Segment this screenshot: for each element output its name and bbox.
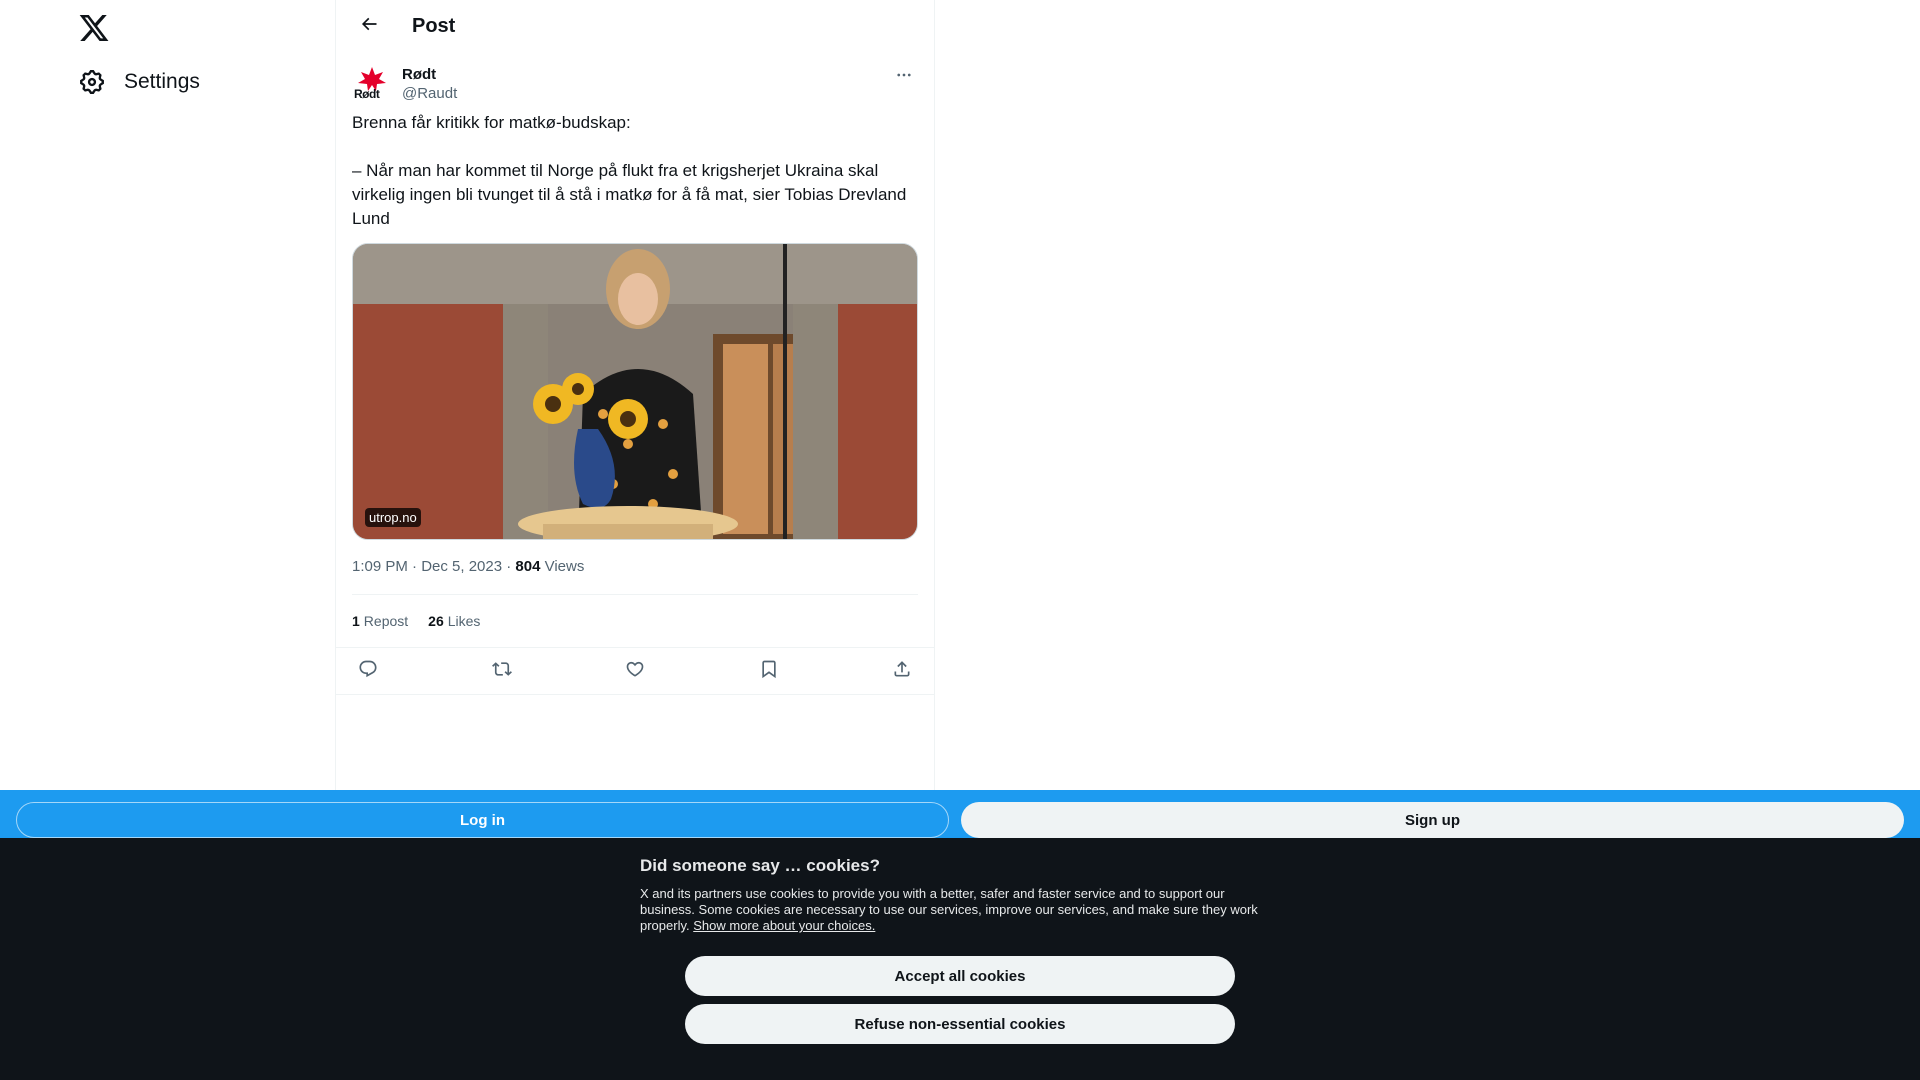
- page-title: Post: [412, 15, 456, 37]
- heart-icon: [625, 659, 645, 684]
- more-options-button[interactable]: [890, 65, 918, 89]
- reposts-count: 1: [352, 613, 360, 629]
- main-column: Post Rødt Rødt @Raudt Brenna får kritikk…: [335, 0, 935, 790]
- author-row: Rødt Rødt @Raudt: [352, 53, 918, 103]
- share-icon: [892, 659, 912, 684]
- views-label: Views: [540, 558, 585, 575]
- post-timestamp[interactable]: 1:09 PM · Dec 5, 2023 ·: [352, 558, 515, 575]
- media-source-label: utrop.no: [365, 508, 421, 527]
- avatar[interactable]: Rødt: [352, 65, 392, 105]
- reply-button[interactable]: [356, 659, 380, 683]
- media-photo: [353, 244, 917, 539]
- login-button[interactable]: Log in: [16, 802, 949, 838]
- like-button[interactable]: [623, 659, 647, 683]
- login-signup-bar: Log in Sign up: [0, 790, 1920, 838]
- signup-button[interactable]: Sign up: [961, 802, 1904, 838]
- cookie-banner: Did someone say … cookies? X and its par…: [0, 838, 1920, 1080]
- author-handle[interactable]: @Raudt: [402, 84, 457, 103]
- back-button[interactable]: [352, 10, 386, 44]
- accept-cookies-button[interactable]: Accept all cookies: [685, 956, 1235, 996]
- post-stats: 1 Repost 26 Likes: [352, 595, 918, 647]
- refuse-cookies-button[interactable]: Refuse non-essential cookies: [685, 1004, 1235, 1044]
- x-logo-icon[interactable]: [78, 12, 110, 44]
- more-dots-icon: [895, 66, 913, 89]
- post-header: Post: [336, 0, 934, 53]
- nav-settings[interactable]: Settings: [78, 64, 200, 100]
- post-meta: 1:09 PM · Dec 5, 2023 · 804 Views: [352, 558, 918, 578]
- cookie-choices-link[interactable]: Show more about your choices.: [693, 918, 875, 933]
- reposts-label: Repost: [363, 613, 409, 629]
- author-name[interactable]: Rødt: [402, 65, 457, 84]
- cookie-content: Did someone say … cookies? X and its par…: [640, 856, 1280, 934]
- repost-icon: [491, 659, 512, 684]
- author-info[interactable]: Rødt @Raudt: [402, 65, 457, 103]
- gear-icon: [78, 68, 106, 96]
- post: Rødt Rødt @Raudt Brenna får kritikk for …: [336, 53, 934, 695]
- post-media-image[interactable]: utrop.no: [352, 243, 918, 540]
- reposts-stat[interactable]: 1 Repost: [352, 613, 408, 629]
- avatar-wordmark: Rødt: [354, 87, 380, 101]
- likes-stat[interactable]: 26 Likes: [428, 613, 480, 629]
- repost-button[interactable]: [490, 659, 514, 683]
- likes-count: 26: [428, 613, 444, 629]
- cookie-title: Did someone say … cookies?: [640, 856, 880, 875]
- arrow-left-icon: [359, 14, 379, 39]
- post-actions: [336, 647, 934, 695]
- likes-label: Likes: [447, 613, 481, 629]
- bookmark-icon: [759, 659, 779, 684]
- share-button[interactable]: [890, 659, 914, 683]
- reply-icon: [358, 659, 378, 684]
- cookie-body: X and its partners use cookies to provid…: [640, 886, 1280, 934]
- bookmark-button[interactable]: [757, 659, 781, 683]
- views-count: 804: [515, 558, 541, 575]
- left-navigation: Settings: [0, 0, 335, 790]
- nav-settings-label: Settings: [124, 70, 200, 93]
- post-text: Brenna får kritikk for matkø-budskap: – …: [352, 113, 907, 228]
